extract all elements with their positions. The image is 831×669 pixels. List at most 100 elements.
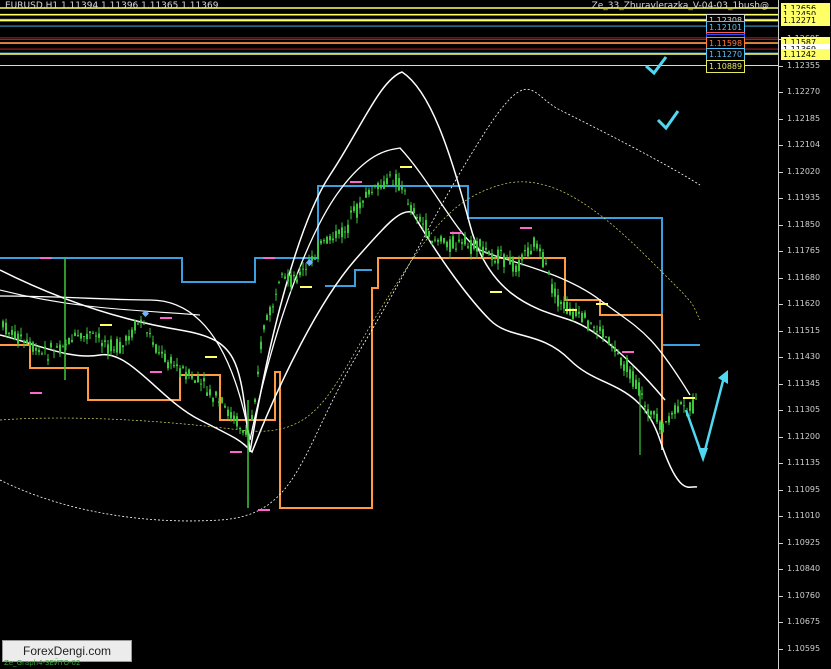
chart-window[interactable]: EURUSD,H1 1.11394 1.11396 1.11365 1.1136… — [0, 0, 831, 669]
price-level-badge[interactable]: 1.12271 — [781, 15, 830, 27]
candle-body — [389, 174, 391, 176]
candle-body — [179, 368, 181, 377]
candle-body — [200, 383, 202, 385]
price-scale[interactable]: 1.126051.123551.122701.121851.121041.120… — [778, 0, 831, 669]
candle-body — [608, 337, 610, 345]
candle-body — [62, 346, 64, 348]
candle-body — [314, 258, 316, 260]
candle-body — [413, 208, 415, 213]
candle-body — [29, 341, 31, 347]
candle-body — [146, 332, 148, 334]
candle-body — [467, 246, 469, 248]
candle-body — [566, 301, 568, 314]
candle-body — [23, 340, 25, 343]
candle-body — [407, 203, 409, 205]
price-level-badge[interactable]: 1.11242 — [781, 48, 830, 60]
candle-body — [17, 333, 19, 344]
price-tick-mark — [779, 569, 783, 570]
candle-body — [281, 273, 283, 275]
candle-body — [692, 399, 694, 414]
candle-body — [317, 242, 319, 260]
candle-body — [251, 415, 253, 421]
candle-body — [590, 322, 592, 324]
candle-body — [656, 413, 658, 422]
candle-body — [539, 248, 541, 252]
candle-body — [395, 174, 397, 186]
candle-body — [644, 405, 646, 407]
candle-body — [437, 239, 439, 242]
candle-body — [80, 333, 82, 339]
candle-body — [335, 231, 337, 238]
price-tick-mark — [779, 145, 783, 146]
price-tick-mark — [779, 622, 783, 623]
candle-body — [404, 190, 406, 192]
candle-body — [119, 341, 121, 353]
candle-body — [482, 246, 484, 256]
candle-body — [203, 378, 205, 382]
candle-body — [371, 191, 373, 193]
candle-body — [266, 315, 268, 321]
candle-body — [401, 186, 403, 190]
candle-body — [365, 191, 367, 198]
candle-body — [446, 241, 448, 248]
candle-body — [473, 239, 475, 249]
candle-body — [143, 323, 145, 325]
candle-body — [32, 342, 34, 352]
candle-body — [503, 254, 505, 267]
candle-body — [629, 369, 631, 379]
price-tick: 1.11135 — [787, 458, 821, 467]
candle-body — [260, 341, 262, 350]
candle-body — [212, 398, 214, 402]
mid-band — [0, 147, 691, 441]
candle-body — [272, 306, 274, 308]
candle-body — [302, 268, 304, 270]
candle-body — [269, 307, 271, 316]
price-tick: 1.12020 — [787, 166, 821, 176]
candle-body — [476, 240, 478, 252]
price-tick-mark — [779, 251, 783, 252]
lower-band — [0, 211, 698, 489]
candle-body — [668, 416, 670, 423]
candle-body — [98, 333, 100, 338]
candle-body — [545, 263, 547, 265]
candle-body — [623, 364, 625, 371]
candle-body — [26, 339, 28, 343]
candle-body — [227, 409, 229, 416]
candle-body — [35, 347, 37, 351]
candle-body — [452, 236, 454, 249]
candle-body — [677, 406, 679, 413]
candle-body — [50, 342, 52, 348]
candle-body — [257, 371, 259, 375]
candle-body — [458, 239, 460, 242]
price-tick-mark — [779, 410, 783, 411]
stop-line-blue-short — [325, 269, 372, 287]
price-tick: 1.11200 — [787, 431, 821, 441]
candle-body — [233, 415, 235, 421]
candle-body — [278, 281, 280, 283]
candle-body — [599, 326, 601, 331]
price-tick-mark — [779, 595, 783, 597]
candle-body — [485, 247, 487, 250]
candle-body — [380, 185, 382, 189]
candle-body — [185, 371, 187, 380]
price-tick-mark — [779, 224, 783, 226]
candle-body — [449, 239, 451, 252]
candle-body — [428, 230, 430, 238]
candle-body — [329, 236, 331, 241]
candle-body — [620, 357, 622, 366]
price-tick: 1.11345 — [787, 378, 821, 388]
candle-body — [95, 335, 97, 337]
candle-body — [140, 319, 142, 322]
price-chart-canvas[interactable] — [0, 0, 778, 669]
candle-body — [53, 350, 55, 352]
candle-body — [653, 410, 655, 415]
candle-body — [287, 274, 289, 282]
candle-body — [158, 352, 160, 354]
candle-body — [338, 229, 340, 235]
candle-body — [152, 342, 154, 345]
price-tick-mark — [779, 118, 783, 120]
price-tick: 1.11095 — [787, 484, 821, 494]
candle-body — [293, 274, 295, 277]
candle-body — [533, 237, 535, 247]
checkmark-icon — [645, 56, 668, 76]
